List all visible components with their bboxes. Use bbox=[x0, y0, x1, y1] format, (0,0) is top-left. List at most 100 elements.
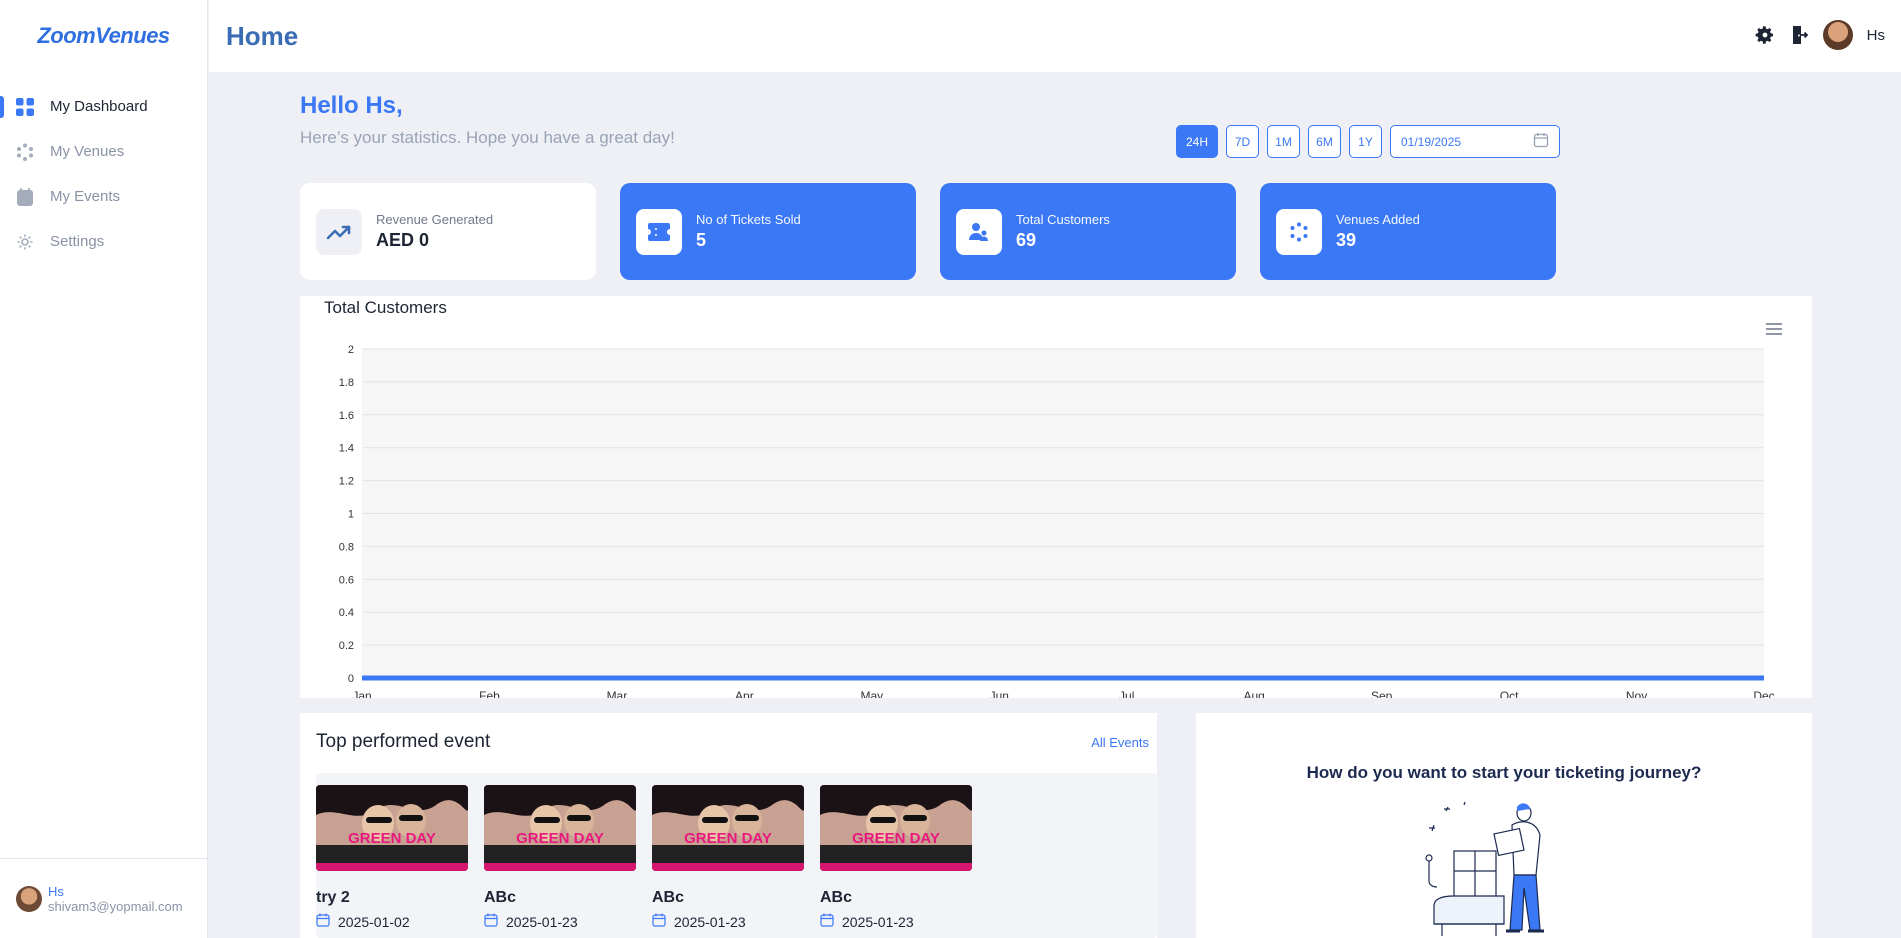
x-tick-label: Dec bbox=[1753, 689, 1774, 698]
range-button-7d[interactable]: 7D bbox=[1226, 125, 1259, 158]
ticket-icon bbox=[636, 208, 682, 255]
event-card[interactable]: GREEN DAY try 2 2025-01-02 bbox=[316, 785, 468, 938]
sidebar-item-my-dashboard[interactable]: My Dashboard bbox=[0, 84, 207, 129]
avatar bbox=[16, 885, 42, 912]
stat-label: No of Tickets Sold bbox=[696, 212, 801, 227]
x-tick-label: Feb bbox=[479, 689, 500, 698]
event-date-value: 2025-01-23 bbox=[506, 913, 578, 930]
total-customers-chart: 0 0.2 0.4 0.6 0.8 1 1.2 1.4 1.6 1.8 2 Jan Feb Mar Apr M… bbox=[300, 296, 1812, 698]
sidebar-nav: My Dashboard My Venues My Events Setting… bbox=[0, 84, 207, 264]
settings-gear-icon[interactable] bbox=[1755, 25, 1775, 45]
event-card[interactable]: GREEN DAY ABc 2025-01-23 bbox=[484, 785, 636, 938]
y-tick-label: 1.4 bbox=[339, 443, 354, 455]
date-value: 01/19/2025 bbox=[1401, 134, 1462, 149]
stat-value: 69 bbox=[1016, 230, 1037, 250]
event-date-value: 2025-01-23 bbox=[674, 913, 746, 930]
avatar[interactable] bbox=[1822, 20, 1853, 50]
logo-text-zoom: Zoom bbox=[37, 23, 96, 48]
x-tick-label: Jan bbox=[352, 689, 371, 698]
x-tick-label: Mar bbox=[607, 689, 628, 698]
sidebar-item-label: Settings bbox=[50, 233, 105, 250]
y-tick-label: 0.4 bbox=[339, 607, 354, 619]
stat-card-revenue: Revenue Generated AED 0 bbox=[300, 183, 596, 280]
sidebar-item-label: My Dashboard bbox=[50, 98, 148, 115]
events-list: GREEN DAY try 2 2025-01-02 GREEN DAY ABc 2025… bbox=[316, 773, 1157, 938]
event-date: 2025-01-02 bbox=[316, 913, 468, 930]
y-tick-label: 0.2 bbox=[339, 640, 354, 652]
header-user-name[interactable]: Hs bbox=[1867, 27, 1885, 44]
stat-card-venues: Venues Added 39 bbox=[1260, 183, 1556, 280]
x-tick-label: May bbox=[860, 689, 883, 698]
sidebar-user[interactable]: Hs shivam3@yopmail.com bbox=[0, 858, 207, 938]
journey-illustration bbox=[1425, 801, 1544, 936]
all-events-link[interactable]: All Events bbox=[1091, 735, 1149, 750]
sidebar-item-label: My Venues bbox=[50, 143, 125, 160]
event-date: 2025-01-23 bbox=[820, 913, 972, 930]
sidebar-item-my-venues[interactable]: My Venues bbox=[0, 129, 207, 174]
sidebar-item-label: My Events bbox=[50, 188, 121, 205]
greeting: Hello Hs, Here’s your statistics. Hope y… bbox=[300, 92, 675, 148]
stat-cards: Revenue Generated AED 0 No of Tickets So… bbox=[300, 183, 1556, 280]
sidebar: Zoom Venues My Dashboard My Venues My Eve… bbox=[0, 0, 208, 938]
x-tick-label: Jul bbox=[1119, 689, 1134, 698]
event-poster: GREEN DAY bbox=[652, 785, 804, 871]
y-tick-label: 0 bbox=[348, 673, 354, 685]
event-name: ABc bbox=[484, 889, 517, 906]
x-tick-label: Sep bbox=[1371, 689, 1393, 698]
y-tick-label: 0.6 bbox=[339, 574, 354, 586]
top-events-title: Top performed event bbox=[316, 731, 491, 752]
event-poster-text: GREEN DAY bbox=[516, 830, 604, 847]
journey-title: How do you want to start your ticketing … bbox=[1306, 763, 1702, 782]
calendar-icon bbox=[484, 913, 498, 930]
stat-card-tickets: No of Tickets Sold 5 bbox=[620, 183, 916, 280]
stat-card-customers: Total Customers 69 bbox=[940, 183, 1236, 280]
event-name: ABc bbox=[820, 889, 853, 906]
logo-text-venues: Venues bbox=[95, 23, 170, 48]
y-tick-label: 0.8 bbox=[339, 541, 354, 553]
top-events-card: Top performed event All Events GREEN DAY… bbox=[300, 713, 1157, 938]
calendar-icon bbox=[316, 913, 330, 930]
dots-icon bbox=[16, 143, 34, 161]
event-date: 2025-01-23 bbox=[484, 913, 636, 930]
event-date-value: 2025-01-02 bbox=[338, 913, 410, 930]
time-range-filter: 24H 7D 1M 6M 1Y 01/19/2025 bbox=[1176, 125, 1560, 158]
x-tick-label: Aug bbox=[1244, 689, 1265, 698]
event-name: try 2 bbox=[316, 889, 350, 906]
logout-icon[interactable] bbox=[1789, 25, 1809, 45]
greeting-subtitle: Here’s your statistics. Hope you have a … bbox=[300, 128, 675, 147]
top-header: Home Hs bbox=[209, 0, 1901, 72]
event-card[interactable]: GREEN DAY ABc 2025-01-23 bbox=[820, 785, 972, 938]
y-tick-label: 2 bbox=[348, 344, 354, 356]
date-picker-input[interactable]: 01/19/2025 bbox=[1390, 125, 1560, 158]
page-title: Home bbox=[226, 20, 299, 51]
chart-title: Total Customers bbox=[324, 298, 447, 317]
calendar-icon bbox=[16, 187, 34, 206]
calendar-icon bbox=[1533, 132, 1549, 151]
y-tick-label: 1.8 bbox=[339, 377, 354, 389]
event-poster: GREEN DAY bbox=[484, 785, 636, 871]
chart-menu-icon[interactable] bbox=[1766, 322, 1782, 340]
stat-label: Total Customers bbox=[1016, 212, 1110, 227]
y-tick-label: 1.6 bbox=[339, 410, 354, 422]
users-icon bbox=[956, 208, 1002, 255]
gear-icon bbox=[16, 233, 34, 251]
stat-label: Revenue Generated bbox=[376, 212, 494, 227]
event-date-value: 2025-01-23 bbox=[842, 913, 914, 930]
event-card[interactable]: GREEN DAY ABc 2025-01-23 bbox=[652, 785, 804, 938]
range-button-1y[interactable]: 1Y bbox=[1349, 125, 1382, 158]
event-poster-text: GREEN DAY bbox=[852, 830, 940, 847]
calendar-icon bbox=[820, 913, 834, 930]
event-poster: GREEN DAY bbox=[316, 785, 468, 871]
sidebar-user-name: Hs bbox=[48, 883, 64, 899]
stat-value: 5 bbox=[696, 230, 707, 250]
trend-up-icon bbox=[316, 208, 362, 255]
sidebar-item-settings[interactable]: Settings bbox=[0, 219, 207, 264]
range-button-1m[interactable]: 1M bbox=[1267, 125, 1300, 158]
range-button-6m[interactable]: 6M bbox=[1308, 125, 1341, 158]
sidebar-item-my-events[interactable]: My Events bbox=[0, 174, 207, 219]
dots-icon bbox=[1276, 208, 1322, 255]
stat-label: Venues Added bbox=[1336, 212, 1420, 227]
range-button-24h[interactable]: 24H bbox=[1176, 125, 1218, 158]
stat-value: AED 0 bbox=[376, 230, 430, 250]
app-logo[interactable]: Zoom Venues bbox=[0, 0, 207, 72]
